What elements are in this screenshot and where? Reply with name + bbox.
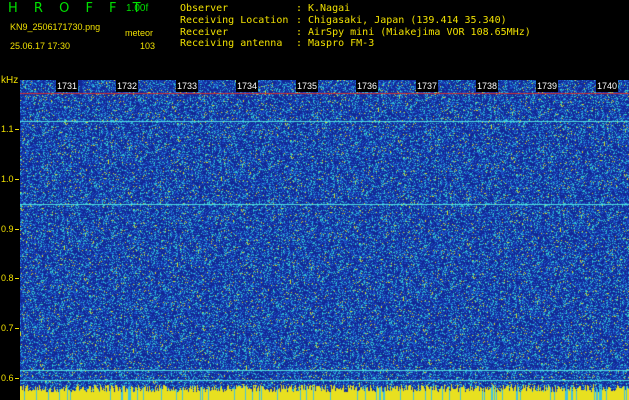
y-tick-mark (15, 129, 19, 130)
time-label: 1740 (596, 80, 619, 92)
frequency-unit-label: kHz (1, 75, 19, 86)
time-label: 1739 (536, 80, 559, 92)
spectrogram-canvas[interactable] (20, 80, 629, 400)
info-key-location: Receiving Location (180, 15, 289, 26)
info-colon: : (296, 15, 303, 26)
info-key-observer: Observer (180, 3, 229, 14)
y-tick-label: 1.0 (1, 174, 14, 184)
y-tick-label: 0.6 (1, 373, 14, 383)
info-value-observer: K.Nagai (308, 3, 351, 14)
y-tick-mark (15, 179, 19, 180)
meteor-count: 103 (140, 41, 156, 51)
filename-label: KN9_2506171730.png (10, 22, 101, 32)
header-panel: H R O F F T 1.00f KN9_2506171730.png met… (0, 0, 629, 70)
y-tick-mark (15, 328, 19, 329)
y-tick-label: 0.8 (1, 273, 14, 283)
info-colon: : (296, 38, 303, 49)
info-value-antenna: Maspro FM-3 (308, 38, 375, 49)
time-label: 1732 (116, 80, 139, 92)
info-key-receiver: Receiver (180, 27, 229, 38)
version-label: 1.00f (126, 3, 149, 14)
y-tick-mark (15, 229, 19, 230)
time-label: 1737 (416, 80, 439, 92)
y-tick-mark (15, 378, 19, 379)
y-tick-label: 1.1 (1, 124, 14, 134)
info-colon: : (296, 27, 303, 38)
y-tick-label: 0.9 (1, 224, 14, 234)
info-value-location: Chigasaki, Japan (139.414 35.340) (308, 15, 507, 26)
info-colon: : (296, 3, 303, 14)
time-label: 1734 (236, 80, 259, 92)
y-tick-label: 0.7 (1, 323, 14, 333)
y-tick-mark (15, 278, 19, 279)
meteor-label: meteor (125, 28, 154, 38)
info-value-receiver: AirSpy mini (Miakejima VOR 108.65MHz) (308, 27, 531, 38)
time-label: 1735 (296, 80, 319, 92)
datetime-label: 25.06.17 17:30 (10, 41, 71, 51)
info-key-antenna: Receiving antenna (180, 38, 283, 49)
time-label: 1731 (56, 80, 79, 92)
time-label: 1736 (356, 80, 379, 92)
time-label: 1733 (176, 80, 199, 92)
time-label: 1738 (476, 80, 499, 92)
